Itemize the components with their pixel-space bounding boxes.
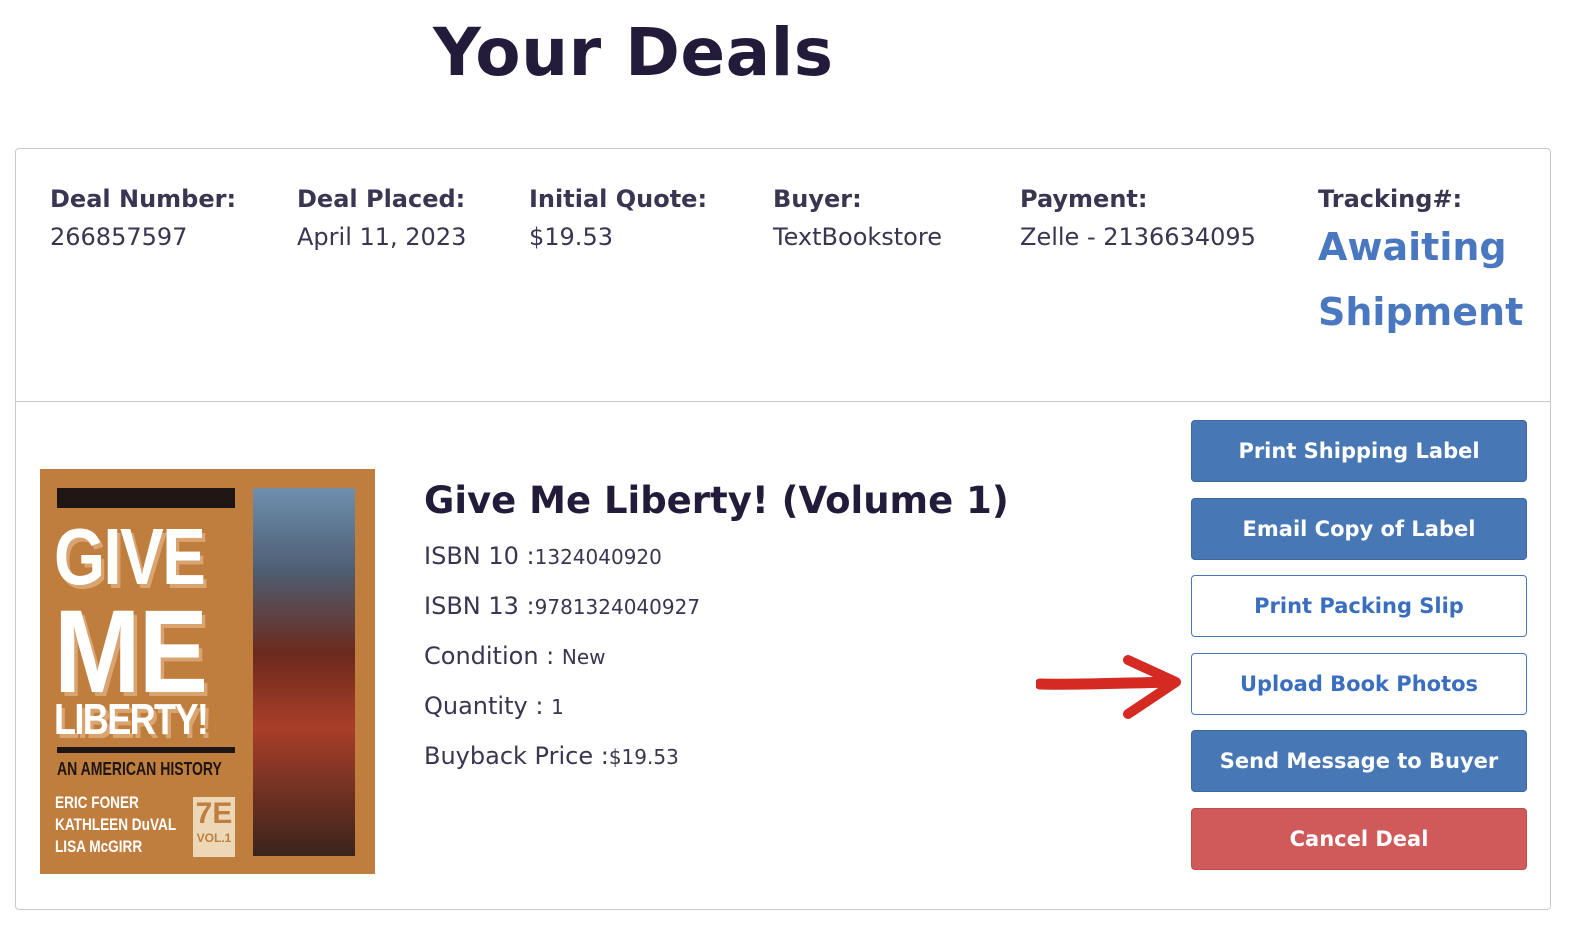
buyer-value: TextBookstore xyxy=(773,223,942,251)
condition-label: Condition : xyxy=(424,642,562,670)
deal-number-label: Deal Number: xyxy=(50,185,237,213)
payment-value: Zelle - 2136634095 xyxy=(1020,223,1256,251)
initial-quote-label: Initial Quote: xyxy=(529,185,708,213)
cover-author: LISA McGIRR xyxy=(55,837,143,856)
buyback-price-value: $19.53 xyxy=(608,745,679,769)
isbn10-value: 1324040920 xyxy=(534,545,662,569)
cover-author: ERIC FONER xyxy=(55,793,139,812)
buyback-price-label: Buyback Price : xyxy=(424,742,609,770)
deal-number-value: 266857597 xyxy=(50,223,188,251)
deal-placed-value: April 11, 2023 xyxy=(297,223,467,251)
cover-edition-badge: 7E VOL.1 xyxy=(193,797,235,857)
buyer-label: Buyer: xyxy=(773,185,862,213)
isbn10-line: ISBN 10 :1324040920 xyxy=(424,542,1009,592)
book-title: Give Me Liberty! (Volume 1) xyxy=(424,479,1009,522)
deal-placed-field: Deal Placed: April 11, 2023 xyxy=(297,185,466,251)
payment-field: Payment: Zelle - 2136634095 xyxy=(1020,185,1256,251)
cover-painting xyxy=(253,488,355,856)
cover-top-bar xyxy=(57,488,235,508)
condition-line: Condition : New xyxy=(424,642,1009,692)
deal-number-field: Deal Number: 266857597 xyxy=(50,185,236,251)
print-packing-slip-button[interactable]: Print Packing Slip xyxy=(1191,575,1527,637)
book-info: Give Me Liberty! (Volume 1) ISBN 10 :132… xyxy=(424,479,1009,792)
deal-card: Deal Number: 266857597 Deal Placed: Apri… xyxy=(15,148,1551,910)
cover-title-line3: LIBERTY! xyxy=(54,695,209,744)
cover-author: KATHLEEN DuVAL xyxy=(55,815,177,834)
payment-label: Payment: xyxy=(1020,185,1148,213)
print-shipping-label-button[interactable]: Print Shipping Label xyxy=(1191,420,1527,482)
quantity-value: 1 xyxy=(551,695,564,719)
book-cover-image: GIVE ME LIBERTY! AN AMERICAN HISTORY ERI… xyxy=(40,469,375,874)
red-arrow-icon xyxy=(1036,655,1181,719)
isbn10-label: ISBN 10 : xyxy=(424,542,535,570)
cancel-deal-button[interactable]: Cancel Deal xyxy=(1191,807,1527,870)
initial-quote-field: Initial Quote: $19.53 xyxy=(529,185,707,251)
quantity-label: Quantity : xyxy=(424,692,552,720)
condition-value: New xyxy=(561,645,606,669)
email-copy-of-label-button[interactable]: Email Copy of Label xyxy=(1191,497,1527,560)
isbn13-value: 9781324040927 xyxy=(534,595,701,619)
deal-actions: Print Shipping Label Email Copy of Label… xyxy=(1191,420,1527,885)
upload-book-photos-button[interactable]: Upload Book Photos xyxy=(1191,652,1527,715)
cover-volume: VOL.1 xyxy=(196,831,232,845)
buyback-price-line: Buyback Price :$19.53 xyxy=(424,742,1009,792)
page-title: Your Deals xyxy=(433,14,834,91)
tracking-label: Tracking#: xyxy=(1318,185,1463,213)
send-message-to-buyer-button[interactable]: Send Message to Buyer xyxy=(1191,730,1527,792)
isbn13-label: ISBN 13 : xyxy=(424,592,535,620)
buyer-field: Buyer: TextBookstore xyxy=(773,185,942,251)
deal-summary: Deal Number: 266857597 Deal Placed: Apri… xyxy=(16,149,1550,402)
cover-subtitle: AN AMERICAN HISTORY xyxy=(57,759,222,779)
initial-quote-value: $19.53 xyxy=(529,223,613,251)
tracking-field: Tracking#: Awaiting Shipment xyxy=(1318,185,1523,345)
quantity-line: Quantity : 1 xyxy=(424,692,1009,742)
cover-edition: 7E xyxy=(195,797,233,830)
cover-rule xyxy=(57,747,235,753)
isbn13-line: ISBN 13 :9781324040927 xyxy=(424,592,1009,642)
deal-placed-label: Deal Placed: xyxy=(297,185,466,213)
cover-authors: ERIC FONER KATHLEEN DuVAL LISA McGIRR xyxy=(55,792,176,858)
tracking-status-link[interactable]: Awaiting Shipment xyxy=(1318,215,1523,345)
